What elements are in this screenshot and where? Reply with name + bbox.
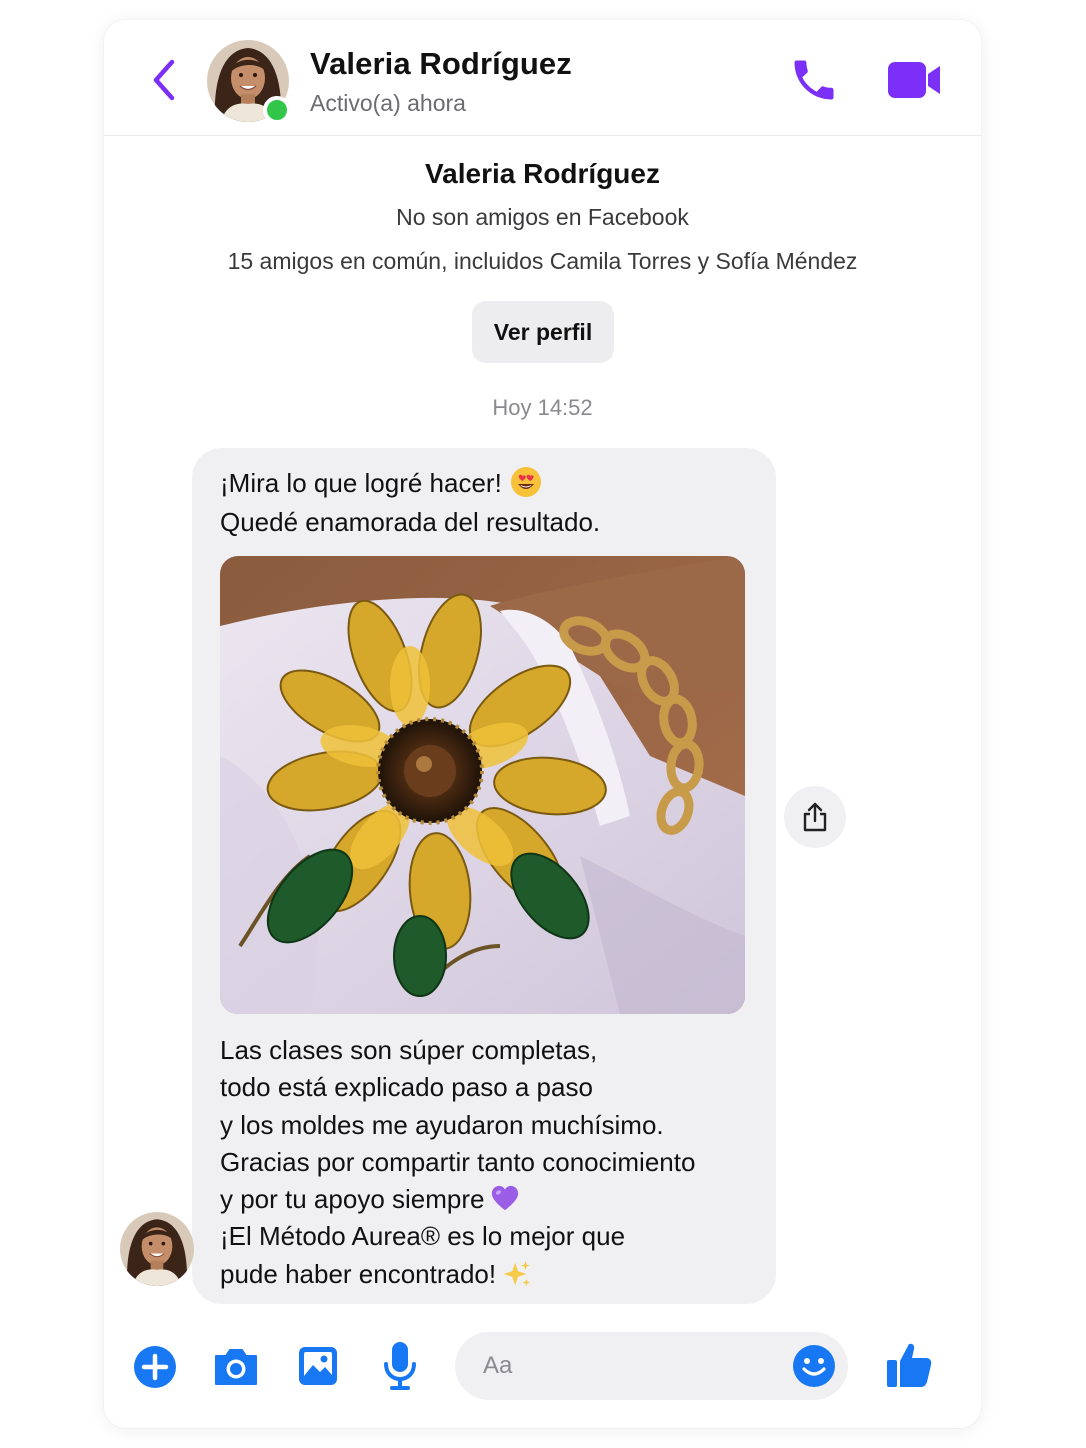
phone-icon xyxy=(794,60,834,100)
avatar-image xyxy=(120,1212,194,1286)
back-button[interactable] xyxy=(148,58,182,102)
contact-status: Activo(a) ahora xyxy=(310,90,466,116)
sunflower-brooch-photo xyxy=(220,556,745,1014)
intro-contact-name: Valeria Rodríguez xyxy=(425,158,660,189)
chat-header: Valeria Rodríguez Activo(a) ahora xyxy=(104,20,981,136)
heart-eyes-emoji-icon xyxy=(510,467,541,497)
contact-name[interactable]: Valeria Rodríguez xyxy=(310,46,572,82)
message-line: ¡Mira lo que logré hacer! xyxy=(220,468,502,498)
share-button[interactable] xyxy=(784,786,846,848)
message-line: Las clases son súper completas, xyxy=(220,1035,598,1065)
message-line: todo está explicado paso a paso xyxy=(220,1072,593,1103)
share-icon xyxy=(803,802,827,832)
more-actions-button[interactable] xyxy=(132,1344,178,1390)
header-avatar[interactable] xyxy=(207,40,291,124)
friendship-status: No son amigos en Facebook xyxy=(396,204,689,230)
message-input-container[interactable] xyxy=(455,1332,848,1400)
message-timestamp: Hoy 14:52 xyxy=(492,395,593,420)
message-line: Gracias por compartir tanto conocimiento xyxy=(220,1146,696,1177)
message-line: y por tu apoyo siempre xyxy=(220,1184,485,1215)
camera-button[interactable] xyxy=(212,1344,260,1390)
thumbs-up-icon xyxy=(887,1343,932,1387)
gallery-button[interactable] xyxy=(296,1344,340,1388)
like-button[interactable] xyxy=(884,1340,934,1390)
voice-call-button[interactable] xyxy=(788,54,840,106)
message-line: ¡El Método Aurea® es lo mejor que xyxy=(220,1221,626,1252)
view-profile-button[interactable]: Ver perfil xyxy=(472,301,614,363)
sender-avatar[interactable] xyxy=(120,1212,194,1286)
camera-icon xyxy=(215,1349,257,1385)
sparkles-emoji-icon xyxy=(504,1260,531,1286)
smiley-icon xyxy=(793,1345,835,1387)
message-line: y los moldes me ayudaron muchísimo. xyxy=(220,1109,664,1140)
voice-message-button[interactable] xyxy=(382,1340,418,1392)
plus-circle-icon xyxy=(134,1346,176,1388)
mutual-friends: 15 amigos en común, incluidos Camila Tor… xyxy=(227,248,858,274)
microphone-icon xyxy=(384,1342,416,1390)
video-camera-icon xyxy=(888,62,940,98)
message-intro-text: ¡Mira lo que logré hacer! Quedé enamorad… xyxy=(220,464,760,542)
purple-heart-emoji-icon xyxy=(492,1186,519,1211)
image-icon xyxy=(299,1347,337,1385)
emoji-button[interactable] xyxy=(792,1344,836,1388)
video-call-button[interactable] xyxy=(884,56,944,104)
message-line: Quedé enamorada del resultado. xyxy=(220,507,601,537)
chat-window: Valeria Rodríguez Activo(a) ahora Valeri… xyxy=(104,20,981,1428)
message-input[interactable] xyxy=(483,1332,783,1400)
message-body-text: Las clases son súper completas, todo est… xyxy=(220,1032,760,1293)
chevron-left-icon xyxy=(153,59,175,101)
message-line: pude haber encontrado! xyxy=(220,1258,497,1289)
message-bubble[interactable]: ¡Mira lo que logré hacer! Quedé enamorad… xyxy=(192,448,776,1304)
online-status-dot xyxy=(263,96,291,124)
attached-photo[interactable] xyxy=(220,556,745,1014)
